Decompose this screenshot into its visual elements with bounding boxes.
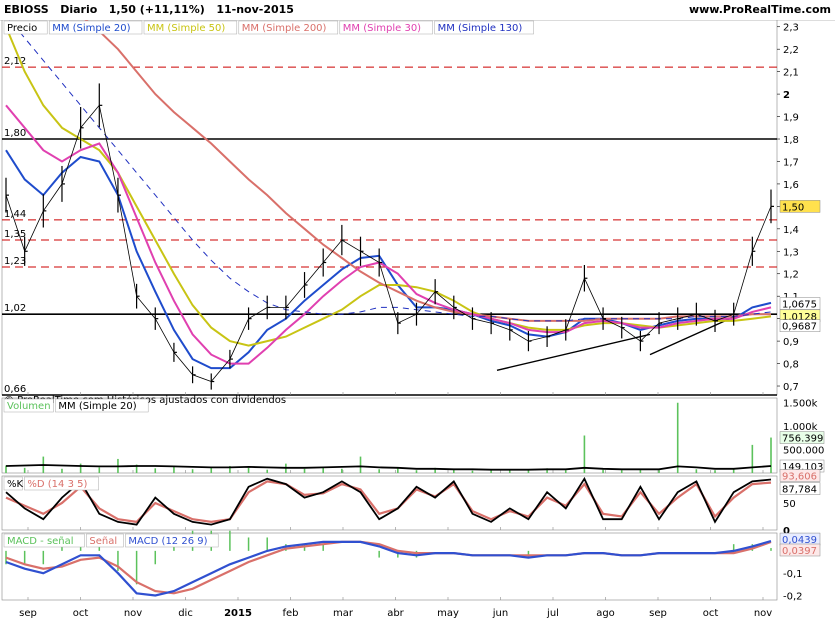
macd-legend-label: Señal: [89, 536, 117, 547]
right-value-label: 0,9687: [782, 322, 817, 333]
legend-label: MM (Simple 50): [147, 23, 225, 34]
price-tick-label: 2,2: [783, 45, 799, 56]
price-tick-label: 1,2: [783, 270, 799, 281]
legend-label: MM (Simple 200): [242, 23, 327, 34]
macd-right-label: 0,0397: [782, 546, 817, 557]
price-tick-label: 1,8: [783, 135, 799, 146]
stoch-legend-label: %D (14 3 5): [27, 479, 87, 490]
website: www.ProRealTime.com: [688, 3, 831, 16]
month-label: abr: [387, 608, 404, 619]
timeframe: Diario: [60, 3, 98, 16]
price-tick-label: 1,9: [783, 113, 799, 124]
level-label: 0,66: [4, 384, 26, 395]
level-label: 1,02: [4, 303, 26, 314]
month-label: nov: [124, 608, 142, 619]
price: 1,50 (+11,11%): [108, 3, 205, 16]
stoch-legend-label: %K: [7, 479, 24, 490]
level-label: 1,80: [4, 128, 26, 139]
month-label: nov: [754, 608, 772, 619]
level-label: 1,44: [4, 209, 26, 220]
volume-tick-label: 500.000: [783, 446, 824, 457]
level-label: 1,23: [4, 256, 26, 267]
month-label: sep: [19, 608, 37, 619]
macd-legend-label: MACD - señal: [7, 536, 74, 547]
date: 11-nov-2015: [216, 3, 294, 16]
macd-tick-label: -0,2: [783, 592, 803, 603]
legend-label: MM (Simple 20): [52, 23, 130, 34]
price-tick-label: 1,7: [783, 157, 799, 168]
symbol-info: EBIOSS Diario 1,50 (+11,11%) 11-nov-2015: [4, 3, 294, 16]
price-tick-label: 0,9: [783, 337, 799, 348]
month-label: dic: [178, 608, 193, 619]
level-label: 1,35: [4, 229, 26, 240]
month-label: jun: [492, 608, 508, 619]
month-label: may: [437, 608, 459, 619]
legend-label: MM (Simple 130): [438, 23, 523, 34]
month-label: 2015: [224, 608, 252, 619]
price-tick-label: 0,7: [783, 382, 799, 393]
month-label: oct: [703, 608, 719, 619]
macd-tick-label: -0,1: [783, 569, 803, 580]
price-tick-label: 1,6: [783, 180, 799, 191]
volume-right-label: 756.399: [782, 434, 823, 445]
month-label: mar: [333, 608, 354, 619]
price-tick-label: 2,1: [783, 68, 799, 79]
month-label: oct: [73, 608, 89, 619]
stoch-tick-label: 50: [783, 499, 796, 510]
chart-header: EBIOSS Diario 1,50 (+11,11%) 11-nov-2015…: [0, 0, 835, 21]
legend-label: MM (Simple 30): [343, 23, 421, 34]
symbol: EBIOSS: [4, 3, 49, 16]
price-tick-label: 0,8: [783, 360, 799, 371]
price-tick-label: 2,3: [783, 23, 799, 34]
stock-chart[interactable]: 2,32,22,121,91,81,71,61,51,41,31,21,110,…: [0, 20, 835, 620]
stoch-right-label: 93,606: [782, 471, 817, 482]
month-label: sep: [649, 608, 667, 619]
month-label: feb: [282, 608, 298, 619]
volume-legend-label: MM (Simple 20): [58, 401, 136, 412]
price-tick-label: 1,3: [783, 247, 799, 258]
stoch-right-label: 87,784: [782, 485, 817, 496]
month-label: ago: [596, 608, 615, 619]
price-tick-label: 2: [783, 90, 790, 101]
month-label: jul: [546, 608, 559, 619]
volume-tick-label: 1.500k: [783, 399, 818, 410]
legend-label: Precio: [7, 23, 37, 34]
right-value-label: 1,50: [782, 202, 804, 213]
right-value-label: 1,0675: [782, 299, 817, 310]
macd-legend-label: MACD (12 26 9): [128, 536, 207, 547]
volume-legend-label: Volumen: [7, 401, 51, 412]
price-tick-label: 1,4: [783, 225, 799, 236]
